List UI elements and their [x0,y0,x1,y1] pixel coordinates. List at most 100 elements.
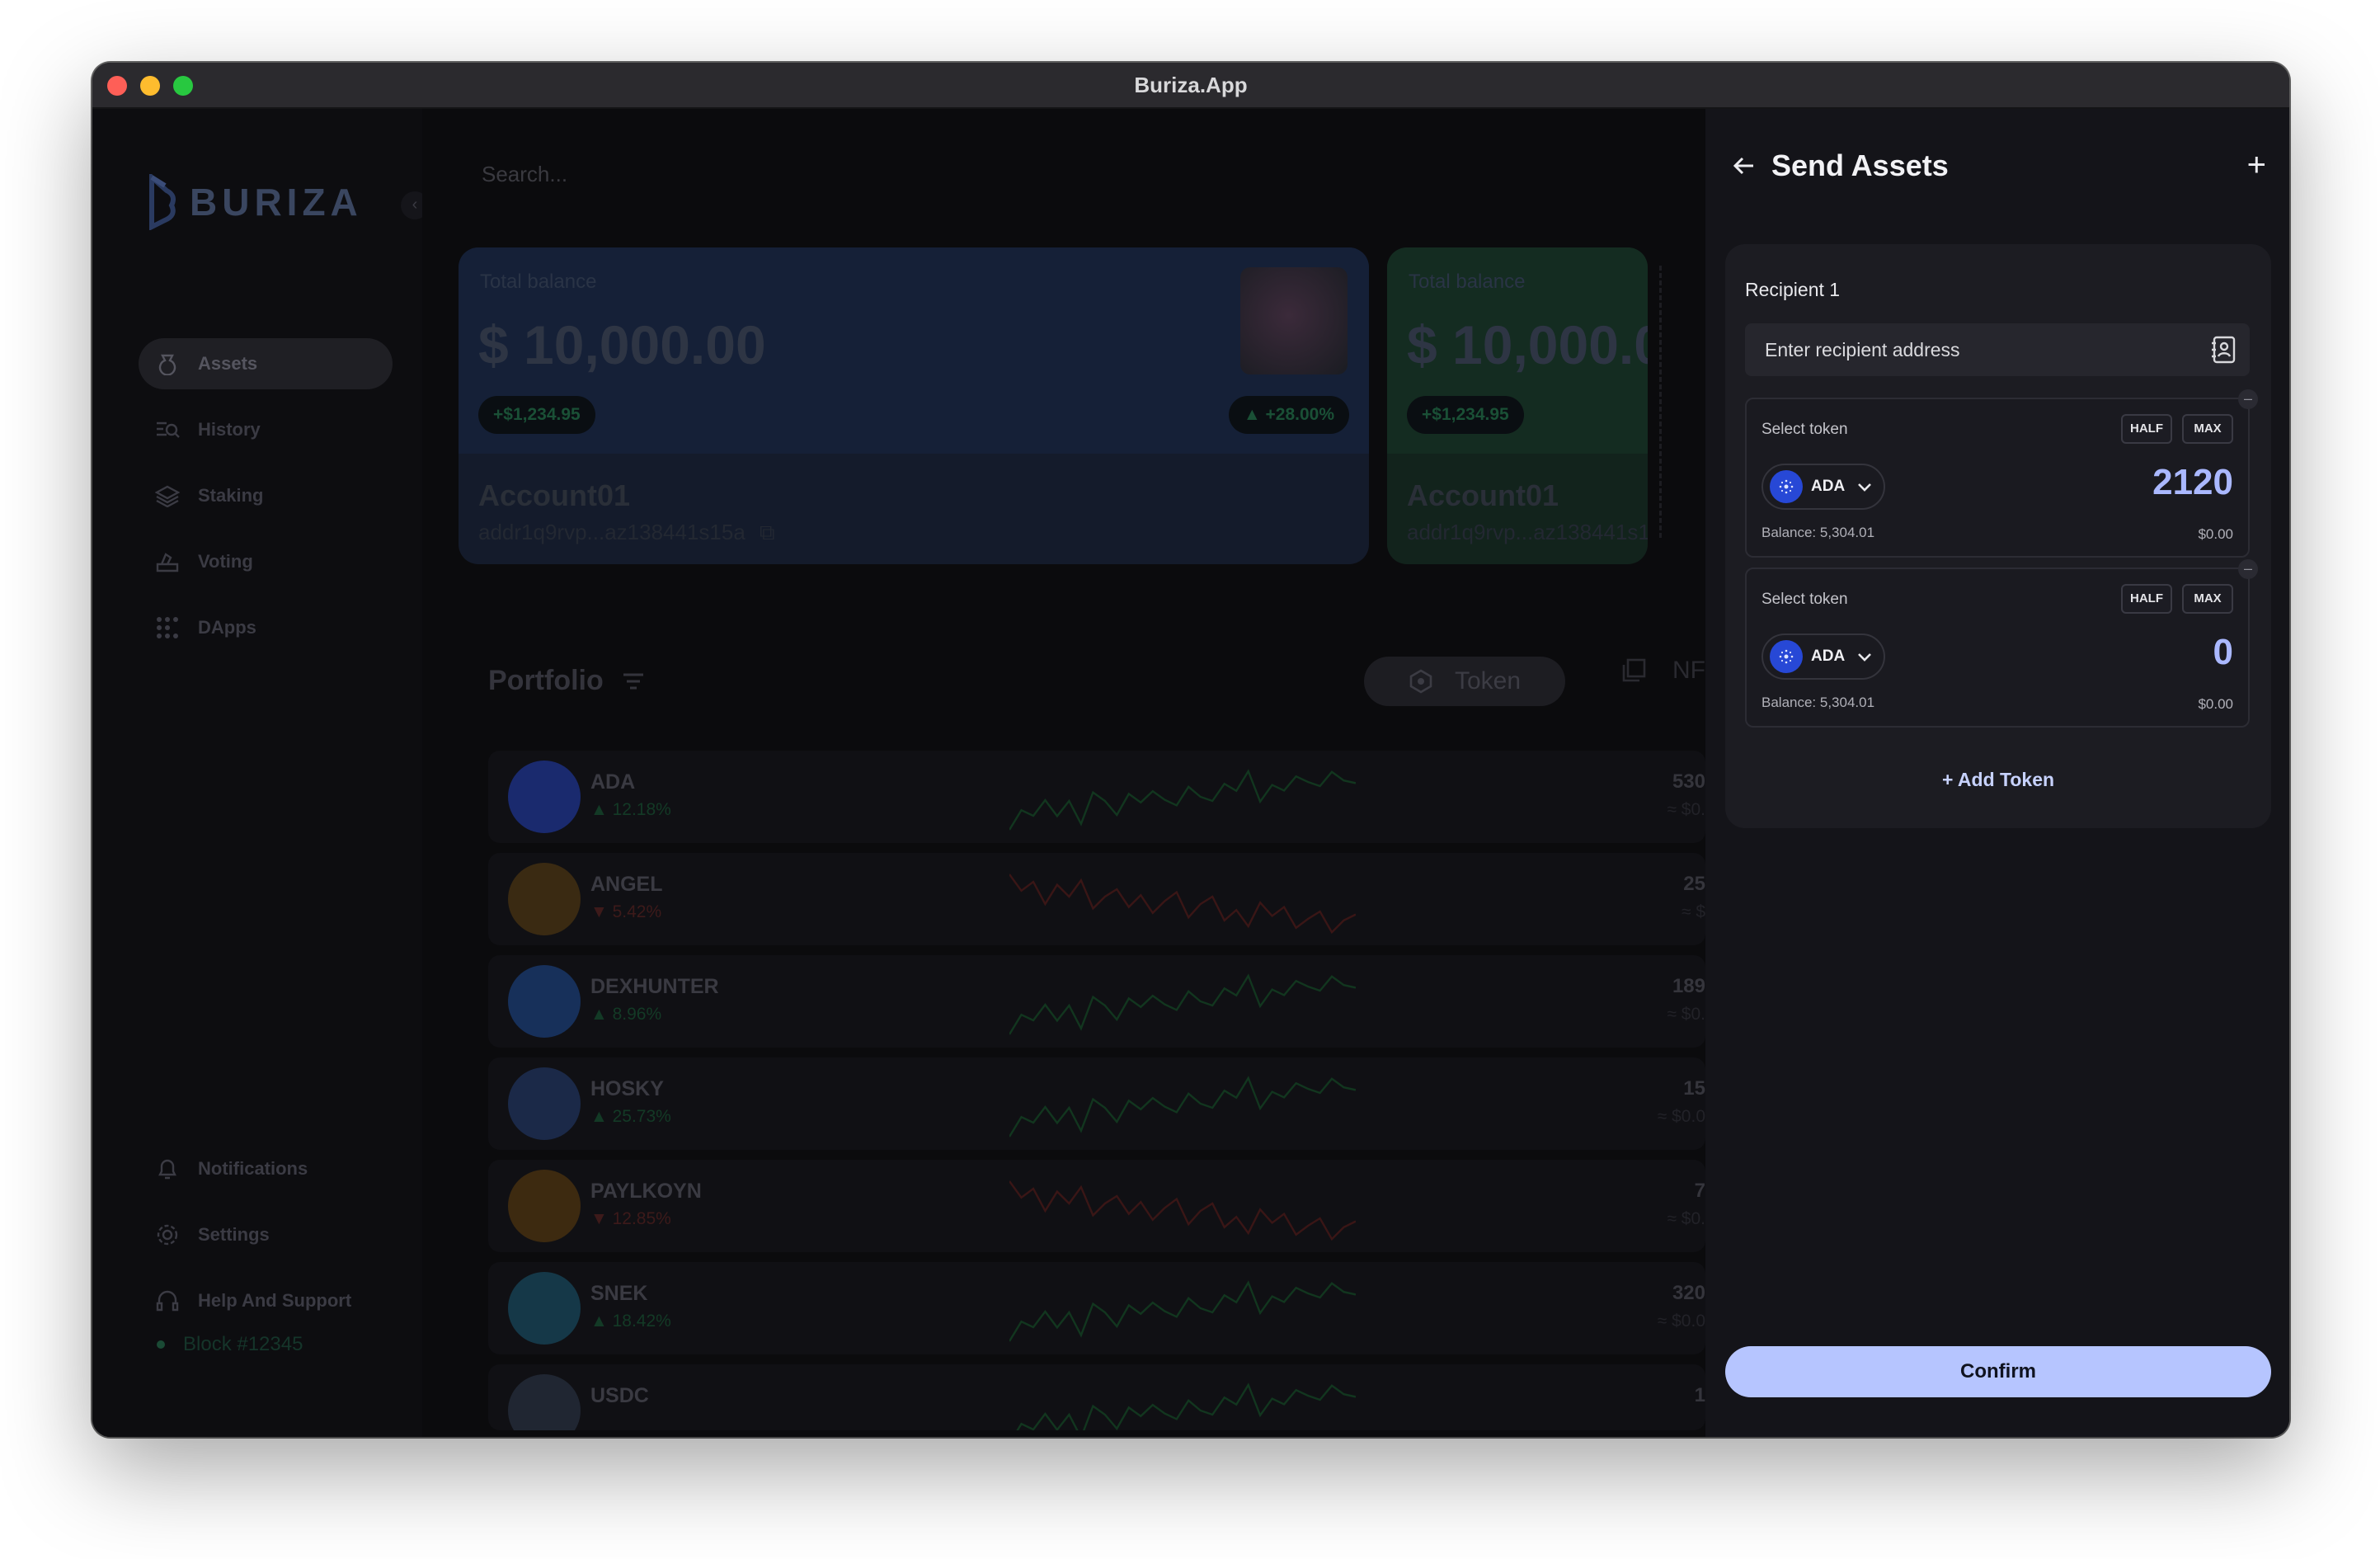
recipient-label: Recipient 1 [1745,279,1841,300]
portfolio-title: Portfolio [488,665,604,696]
amount-input[interactable]: 2120 [2152,462,2233,503]
confirm-button[interactable]: Confirm [1725,1346,2271,1397]
dapps-icon [155,615,180,640]
staking-icon [155,483,180,508]
nav-item-dapps[interactable]: DApps [139,602,393,653]
add-recipient-button[interactable]: + [2247,147,2266,184]
brand-name: BURIZA [190,181,363,224]
token-row[interactable]: ADA ▲ 12.18% 530 ≈ $0. [488,751,1705,843]
token-select[interactable]: ADA [1761,633,1885,680]
block-height: Block #12345 [183,1333,303,1355]
remove-token-button[interactable]: – [2238,559,2258,579]
token-logo [508,1272,581,1345]
window-title: Buriza.App [1134,73,1248,97]
bell-icon [155,1156,180,1181]
token-usd: ≈ $0.0 [1657,1312,1705,1331]
sparkline-path [1016,1382,1356,1430]
card-address-text: addr1q9rvp...az138441s15a [478,520,746,544]
token-logo [508,965,581,1038]
token-row[interactable]: USDC 1 [488,1364,1705,1430]
assets-icon [155,351,180,376]
nav-item-notifications[interactable]: Notifications [139,1143,393,1194]
token-change: ▼ 5.42% [590,902,662,921]
nav-item-help[interactable]: Help And Support [139,1275,393,1326]
sparkline-chart [1016,1382,1356,1430]
token-name: ANGEL [590,873,663,896]
token-name: USDC [590,1384,649,1407]
token-row[interactable]: PAYLKOYN ▼ 12.85% 7 ≈ $0. [488,1160,1705,1252]
card-balance-amount: $ 10,000.0 [1407,314,1648,375]
max-button[interactable]: MAX [2182,584,2233,614]
nav-item-label: Settings [198,1224,270,1245]
token-select[interactable]: ADA [1761,464,1885,510]
nav-item-staking[interactable]: Staking [139,470,393,521]
token-entry: Select token HALF MAX ADA 2120 Balance: … [1745,389,2258,558]
max-button[interactable]: MAX [2182,414,2233,444]
app-window: Buriza.App BURIZA ‹ Assets History Staki… [92,63,2289,1437]
brand-logo[interactable]: BURIZA [147,173,363,231]
token-row[interactable]: HOSKY ▲ 25.73% 15 ≈ $0.0 [488,1057,1705,1150]
card-balance-amount: $ 10,000.00 [478,314,766,375]
card-balance-label: Total balance [480,271,597,293]
token-change: ▲ 12.18% [590,800,671,819]
add-account-placeholder[interactable] [1659,266,1684,538]
token-row[interactable]: ANGEL ▼ 5.42% 25 ≈ $ [488,853,1705,945]
nav-item-label: Notifications [198,1158,308,1179]
token-row[interactable]: SNEK ▲ 18.42% 320 ≈ $0.0 [488,1262,1705,1354]
card-percent-badge: ▲ +28.00% [1228,396,1349,434]
token-logo [508,1067,581,1140]
card-change-badge: +$1,234.95 [478,396,595,434]
account-card-secondary[interactable]: Total balance $ 10,000.0 +$1,234.95 Acco… [1387,247,1648,564]
nav-item-label: Assets [198,353,258,374]
recipient-address-input[interactable] [1745,323,2250,376]
token-change: ▲ 8.96% [590,1005,662,1024]
portfolio-heading: Portfolio [488,665,645,697]
tab-nft-label: NF [1672,657,1705,684]
ada-token-icon [1770,640,1803,673]
nav-item-label: Staking [198,485,264,506]
card-balance-label: Total balance [1409,271,1526,293]
token-name: SNEK [590,1282,648,1305]
sparkline-path [1009,973,1356,1035]
chevron-down-icon [1858,483,1872,492]
account-card-primary[interactable]: Total balance $ 10,000.00 +$1,234.95 ▲ +… [459,247,1369,564]
address-book-icon[interactable] [2210,335,2238,365]
copy-icon[interactable]: ⧉ [760,520,775,544]
tab-nft[interactable]: NF [1621,657,1705,685]
token-usd-value: $0.00 [2198,526,2233,542]
token-row[interactable]: DEXHUNTER ▲ 8.96% 189 ≈ $0. [488,955,1705,1048]
send-assets-panel: Send Assets + Recipient 1 Select token H… [1705,109,2289,1437]
filter-icon[interactable] [622,672,645,690]
amount-input[interactable]: 0 [2213,632,2233,673]
nav-item-label: Help And Support [198,1290,352,1311]
tab-token[interactable]: Token [1364,657,1565,706]
select-token-label: Select token [1761,591,1848,608]
sparkline-chart [1009,1180,1356,1241]
sparkline-path [1009,1076,1356,1137]
sparkline-chart [1009,769,1356,831]
half-button[interactable]: HALF [2121,584,2172,614]
half-button[interactable]: HALF [2121,414,2172,444]
remove-token-button[interactable]: – [2238,389,2258,409]
titlebar: Buriza.App [92,63,2289,109]
token-usd: ≈ $0. [1667,1005,1705,1024]
headset-icon [155,1288,180,1313]
nav-item-label: History [198,419,261,440]
nav-item-assets[interactable]: Assets [139,338,393,389]
ada-token-icon [1770,470,1803,503]
block-status: Block #12345 [157,1333,303,1356]
nav-item-history[interactable]: History [139,404,393,455]
nav-item-voting[interactable]: Voting [139,536,393,587]
token-name: DEXHUNTER [590,975,719,998]
app-body: BURIZA ‹ Assets History Staking Voting D… [92,109,2289,1437]
card-change-badge: +$1,234.95 [1407,396,1524,434]
sparkline-chart [1009,874,1356,935]
back-arrow-icon[interactable] [1732,153,1757,178]
token-change: ▼ 12.85% [590,1209,671,1228]
token-amount: 1 [1694,1384,1705,1406]
add-token-button[interactable]: + Add Token [1725,769,2271,791]
search-input[interactable]: Search... [482,162,567,187]
token-balance: Balance: 5,304.01 [1761,695,1875,710]
recipient-card: Recipient 1 Select token HALF MAX ADA 21… [1725,244,2271,828]
nav-item-settings[interactable]: Settings [139,1209,393,1260]
